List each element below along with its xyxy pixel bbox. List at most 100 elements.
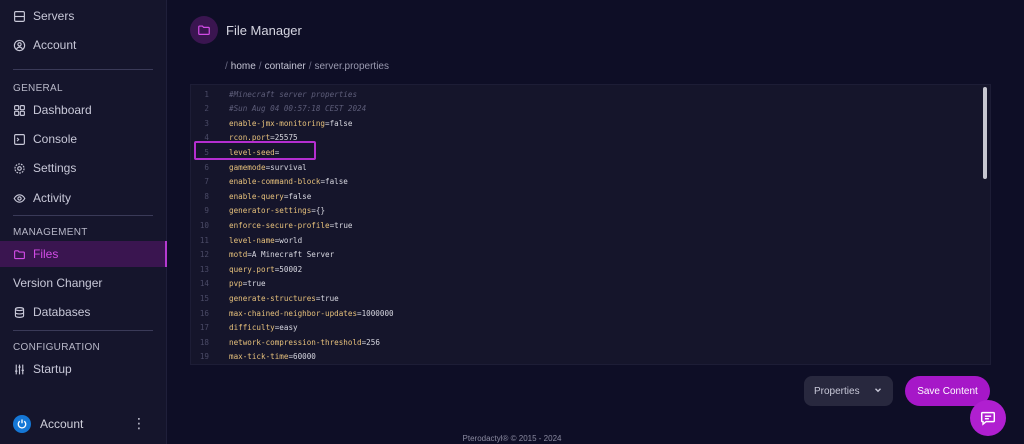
editor-line[interactable]: 8 enable-query=false (191, 189, 981, 203)
code-property: network-compression-threshold=256 (229, 337, 380, 347)
line-number: 12 (199, 250, 209, 260)
code-comment: #Minecraft server properties (229, 89, 358, 99)
avatar (13, 415, 31, 433)
chat-icon (980, 411, 996, 426)
sidebar-item-files[interactable]: Files (0, 241, 167, 267)
kebab-menu-icon[interactable]: ⋮ (132, 416, 146, 430)
code-property: max-tick-time=60000 (229, 352, 316, 362)
sidebar-item-startup[interactable]: Startup (0, 356, 167, 382)
editor-line[interactable]: 3 enable-jmx-monitoring=false (191, 116, 981, 130)
editor-line[interactable]: 9 generator-settings={} (191, 204, 981, 218)
line-number: 13 (199, 264, 209, 274)
editor-line[interactable]: 13 query.port=50002 (191, 262, 981, 276)
sidebar-item-databases[interactable]: Databases (0, 299, 167, 325)
property-value: easy (279, 323, 298, 333)
property-value: false (329, 118, 353, 128)
code-property: motd=A Minecraft Server (229, 250, 335, 260)
sidebar-item-console[interactable]: Console (0, 126, 167, 152)
editor-line[interactable]: 16 max-chained-neighbor-updates=1000000 (191, 306, 981, 320)
property-key: enable-jmx-monitoring (229, 118, 326, 128)
terminal-icon (13, 133, 26, 146)
code-property: difficulty=easy (229, 323, 298, 333)
sidebar-divider (13, 69, 153, 70)
property-value: false (288, 191, 312, 201)
editor-line[interactable]: 11 level-name=world (191, 233, 981, 247)
user-circle-icon (13, 39, 26, 52)
editor-line[interactable]: 10 enforce-secure-profile=true (191, 218, 981, 232)
line-number: 7 (204, 177, 209, 187)
property-value: 50002 (279, 264, 303, 274)
code-property: max-chained-neighbor-updates=1000000 (229, 308, 394, 318)
sidebar-item-label: Databases (33, 305, 91, 319)
editor-line[interactable]: 6 gamemode=survival (191, 160, 981, 174)
editor-scrollbar[interactable] (983, 87, 987, 179)
property-key: network-compression-threshold (229, 337, 362, 347)
code-property: generate-structures=true (229, 293, 339, 303)
sidebar-item-servers[interactable]: Servers (0, 3, 167, 29)
sidebar-item-version-changer[interactable]: Version Changer (0, 270, 167, 296)
breadcrumb: / home / container / server.properties (222, 61, 389, 72)
code-property: enforce-secure-profile=true (229, 220, 353, 230)
line-number: 3 (204, 118, 209, 128)
line-number: 18 (199, 337, 209, 347)
editor-line[interactable]: 19 max-tick-time=60000 (191, 350, 981, 364)
gear-icon (13, 162, 26, 175)
editor-line[interactable]: 1 #Minecraft server properties (191, 87, 981, 101)
sidebar-item-label: Settings (33, 161, 77, 175)
file-type-select[interactable]: Properties (804, 376, 893, 406)
file-type-select-value: Properties (814, 385, 860, 397)
line-number: 8 (204, 191, 209, 201)
editor-line[interactable]: 7 enable-command-block=false (191, 175, 981, 189)
code-property: enable-command-block=false (229, 177, 348, 187)
breadcrumb-home[interactable]: home (231, 61, 256, 72)
property-value: world (279, 235, 303, 245)
property-key: enforce-secure-profile (229, 220, 330, 230)
editor-line[interactable]: 17 difficulty=easy (191, 321, 981, 335)
line-number: 14 (199, 279, 209, 289)
sidebar-item-label: Servers (33, 9, 75, 23)
save-content-button[interactable]: Save Content (905, 376, 990, 406)
page-title: File Manager (226, 23, 302, 38)
line-number: 17 (199, 323, 209, 333)
footer-copyright: Pterodactyl® © 2015 - 2024 (462, 434, 562, 443)
sidebar-divider (13, 330, 153, 331)
sidebar-item-label: Startup (33, 362, 72, 376)
code-editor[interactable]: 1 #Minecraft server properties 2 #Sun Aug 0… (190, 84, 991, 365)
editor-line[interactable]: 14 pvp=true (191, 277, 981, 291)
sidebar-item-account[interactable]: Account (0, 32, 167, 58)
property-key: enable-query (229, 191, 284, 201)
sidebar-item-dashboard[interactable]: Dashboard (0, 97, 167, 123)
property-key: gamemode (229, 162, 266, 172)
line-number: 19 (199, 352, 209, 362)
breadcrumb-separator: / (258, 61, 262, 72)
breadcrumb-container[interactable]: container (265, 61, 306, 72)
line-number: 16 (199, 308, 209, 318)
grid-icon (13, 104, 26, 117)
property-value: 1000000 (361, 308, 394, 318)
chevron-down-icon (873, 385, 883, 398)
property-key: motd (229, 250, 248, 260)
editor-line[interactable]: 18 network-compression-threshold=256 (191, 335, 981, 349)
line-number: 1 (204, 89, 209, 99)
editor-line[interactable]: 15 generate-structures=true (191, 291, 981, 305)
property-key: enable-command-block (229, 177, 321, 187)
sidebar-item-label: Files (33, 247, 59, 261)
code-property: enable-jmx-monitoring=false (229, 118, 353, 128)
property-key: pvp (229, 279, 243, 289)
code-property: gamemode=survival (229, 162, 307, 172)
chat-button[interactable] (970, 400, 1006, 436)
property-value: true (247, 279, 266, 289)
code-comment: #Sun Aug 04 00:57:18 CEST 2024 (229, 104, 367, 114)
editor-line[interactable]: 12 motd=A Minecraft Server (191, 248, 981, 262)
account-label: Account (40, 417, 84, 431)
property-key: max-tick-time (229, 352, 289, 362)
property-value: true (334, 220, 353, 230)
section-heading-general: GENERAL (13, 83, 63, 94)
breadcrumb-current-file: server.properties (314, 61, 389, 72)
sidebar-item-activity[interactable]: Activity (0, 185, 167, 211)
sidebar-item-settings[interactable]: Settings (0, 155, 167, 181)
editor-line[interactable]: 2 #Sun Aug 04 00:57:18 CEST 2024 (191, 102, 981, 116)
property-value: survival (270, 162, 307, 172)
highlight-box (194, 141, 316, 160)
sidebar-divider (13, 215, 153, 216)
